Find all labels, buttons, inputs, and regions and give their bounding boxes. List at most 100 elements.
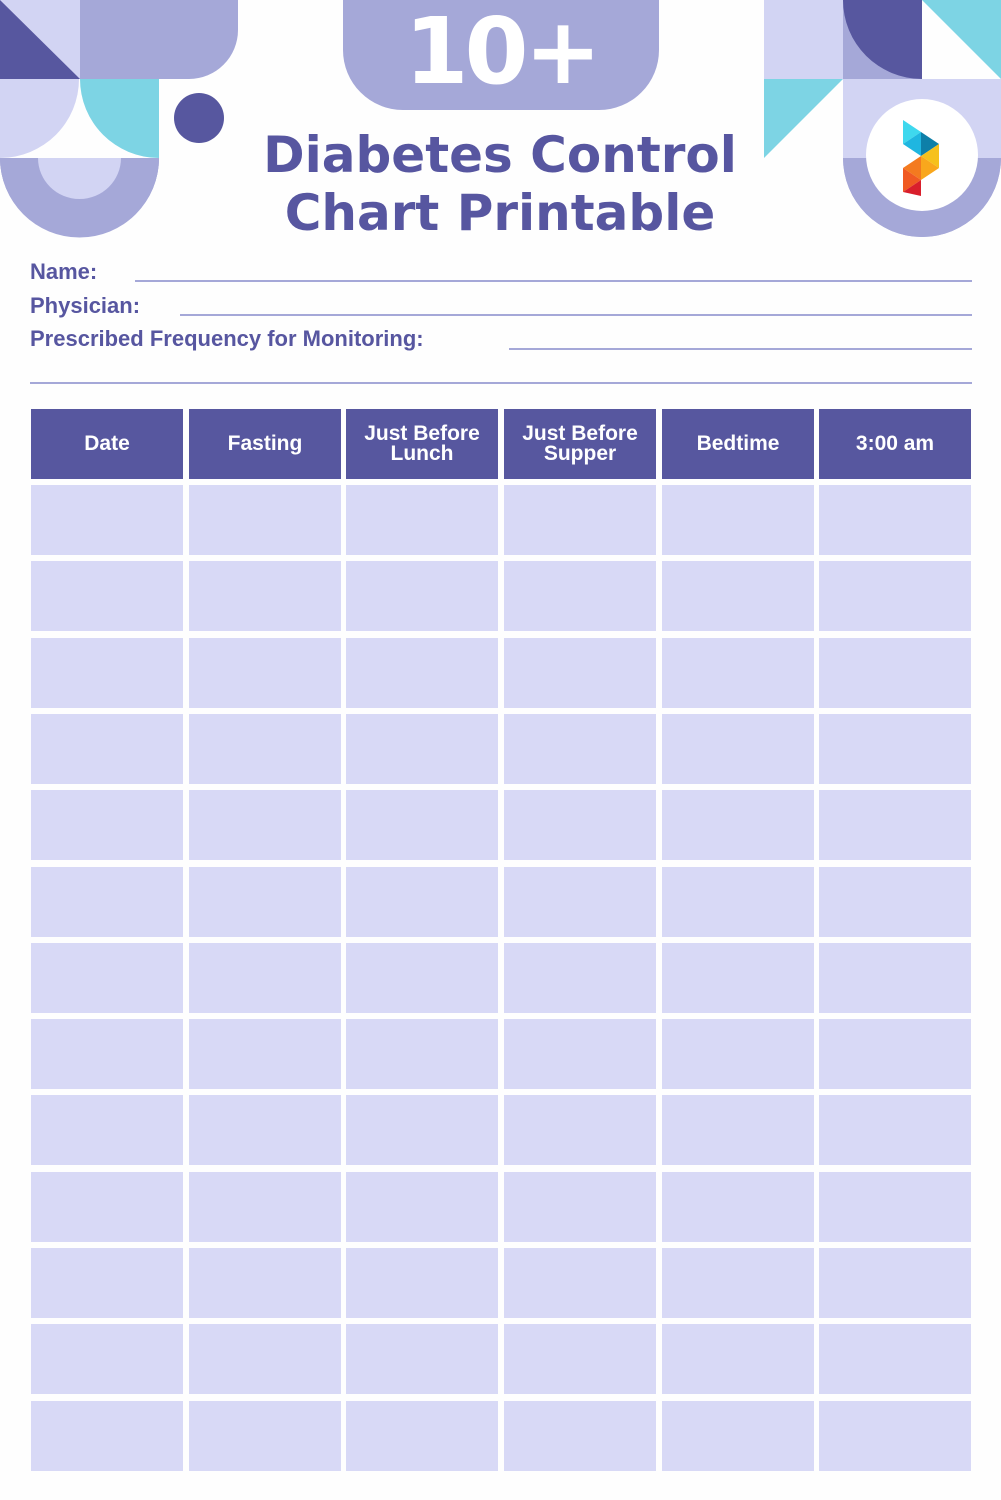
table-cell-fasting[interactable] xyxy=(189,561,341,631)
table-cell-3-00-am[interactable] xyxy=(819,1248,971,1318)
frequency-field-continuation[interactable] xyxy=(30,382,972,384)
table-cell-fasting[interactable] xyxy=(189,1401,341,1471)
table-cell-fasting[interactable] xyxy=(189,1172,341,1242)
physician-field[interactable] xyxy=(180,314,972,316)
table-cell-just-before-supper[interactable] xyxy=(504,561,656,631)
table-cell-date[interactable] xyxy=(31,1172,183,1242)
table-cell-just-before-lunch[interactable] xyxy=(346,714,498,784)
table-cell-fasting[interactable] xyxy=(189,1019,341,1089)
table-cell-date[interactable] xyxy=(31,714,183,784)
table-cell-just-before-supper[interactable] xyxy=(504,790,656,860)
table-cell-date[interactable] xyxy=(31,1401,183,1471)
table-cell-bedtime[interactable] xyxy=(662,638,814,708)
table-cell-just-before-lunch[interactable] xyxy=(346,943,498,1013)
table-cell-fasting[interactable] xyxy=(189,485,341,555)
table-cell-date[interactable] xyxy=(31,561,183,631)
title-line-1: Diabetes Control xyxy=(263,126,737,184)
table-cell-just-before-lunch[interactable] xyxy=(346,1095,498,1165)
table-cell-date[interactable] xyxy=(31,485,183,555)
table-cell-date[interactable] xyxy=(31,867,183,937)
column-header-3-00-am: 3:00 am xyxy=(819,409,971,479)
table-cell-just-before-lunch[interactable] xyxy=(346,1248,498,1318)
table-cell-fasting[interactable] xyxy=(189,714,341,784)
table-cell-date[interactable] xyxy=(31,1248,183,1318)
table-cell-3-00-am[interactable] xyxy=(819,485,971,555)
column-header-label: 3:00 am xyxy=(855,432,935,455)
table-cell-just-before-supper[interactable] xyxy=(504,714,656,784)
column-header-fasting: Fasting xyxy=(189,409,341,479)
table-cell-date[interactable] xyxy=(31,790,183,860)
table-cell-just-before-supper[interactable] xyxy=(504,1401,656,1471)
table-cell-just-before-supper[interactable] xyxy=(504,943,656,1013)
table-cell-bedtime[interactable] xyxy=(662,867,814,937)
table-cell-just-before-lunch[interactable] xyxy=(346,561,498,631)
table-cell-fasting[interactable] xyxy=(189,1095,341,1165)
table-cell-date[interactable] xyxy=(31,1095,183,1165)
table-cell-fasting[interactable] xyxy=(189,638,341,708)
table-cell-bedtime[interactable] xyxy=(662,561,814,631)
table-cell-just-before-lunch[interactable] xyxy=(346,638,498,708)
table-cell-3-00-am[interactable] xyxy=(819,1019,971,1089)
column-header-just-before-supper: Just Before Supper xyxy=(504,409,656,479)
table-cell-fasting[interactable] xyxy=(189,1324,341,1394)
table-cell-bedtime[interactable] xyxy=(662,1324,814,1394)
column-header-label: Just Before Lunch xyxy=(364,422,480,465)
table-cell-bedtime[interactable] xyxy=(662,1172,814,1242)
logo-icon xyxy=(903,120,939,196)
table-cell-3-00-am[interactable] xyxy=(819,943,971,1013)
table-cell-just-before-lunch[interactable] xyxy=(346,1401,498,1471)
table-cell-3-00-am[interactable] xyxy=(819,1324,971,1394)
table-cell-3-00-am[interactable] xyxy=(819,1172,971,1242)
column-header-label: Just Before Supper xyxy=(522,422,638,465)
table-cell-bedtime[interactable] xyxy=(662,1248,814,1318)
column-header-label: Bedtime xyxy=(696,432,780,455)
table-cell-fasting[interactable] xyxy=(189,867,341,937)
frequency-label: Prescribed Frequency for Monitoring: xyxy=(30,326,424,351)
table-cell-bedtime[interactable] xyxy=(662,485,814,555)
name-field[interactable] xyxy=(135,280,972,282)
table-cell-just-before-supper[interactable] xyxy=(504,1324,656,1394)
table-cell-just-before-supper[interactable] xyxy=(504,1172,656,1242)
table-cell-just-before-lunch[interactable] xyxy=(346,790,498,860)
table-cell-just-before-supper[interactable] xyxy=(504,1248,656,1318)
frequency-field[interactable] xyxy=(509,348,972,350)
table-cell-date[interactable] xyxy=(31,638,183,708)
table-cell-bedtime[interactable] xyxy=(662,1019,814,1089)
table-cell-3-00-am[interactable] xyxy=(819,561,971,631)
table-cell-date[interactable] xyxy=(31,1019,183,1089)
table-cell-bedtime[interactable] xyxy=(662,790,814,860)
table-cell-fasting[interactable] xyxy=(189,1248,341,1318)
table-cell-date[interactable] xyxy=(31,1324,183,1394)
table-cell-just-before-lunch[interactable] xyxy=(346,485,498,555)
badge-text: 10+ xyxy=(404,0,601,105)
table-cell-3-00-am[interactable] xyxy=(819,1095,971,1165)
table-cell-just-before-lunch[interactable] xyxy=(346,1324,498,1394)
column-header-date: Date xyxy=(31,409,183,479)
table-cell-fasting[interactable] xyxy=(189,943,341,1013)
physician-label: Physician: xyxy=(30,293,141,318)
table-cell-bedtime[interactable] xyxy=(662,943,814,1013)
table-cell-3-00-am[interactable] xyxy=(819,867,971,937)
table-cell-3-00-am[interactable] xyxy=(819,1401,971,1471)
table-cell-just-before-lunch[interactable] xyxy=(346,1019,498,1089)
table-cell-just-before-supper[interactable] xyxy=(504,867,656,937)
table-cell-just-before-supper[interactable] xyxy=(504,485,656,555)
table-cell-3-00-am[interactable] xyxy=(819,638,971,708)
table-cell-3-00-am[interactable] xyxy=(819,714,971,784)
table-cell-fasting[interactable] xyxy=(189,790,341,860)
table-cell-just-before-supper[interactable] xyxy=(504,638,656,708)
table-cell-bedtime[interactable] xyxy=(662,714,814,784)
table-cell-date[interactable] xyxy=(31,943,183,1013)
table-cell-just-before-supper[interactable] xyxy=(504,1095,656,1165)
table-cell-bedtime[interactable] xyxy=(662,1401,814,1471)
table-cell-just-before-lunch[interactable] xyxy=(346,867,498,937)
table-cell-just-before-lunch[interactable] xyxy=(346,1172,498,1242)
column-header-label: Date xyxy=(84,432,130,455)
table-cell-just-before-supper[interactable] xyxy=(504,1019,656,1089)
page-title: Diabetes Control Chart Printable xyxy=(200,126,800,242)
column-header-just-before-lunch: Just Before Lunch xyxy=(346,409,498,479)
column-header-bedtime: Bedtime xyxy=(662,409,814,479)
table-cell-3-00-am[interactable] xyxy=(819,790,971,860)
count-badge: 10+ xyxy=(343,0,659,110)
table-cell-bedtime[interactable] xyxy=(662,1095,814,1165)
